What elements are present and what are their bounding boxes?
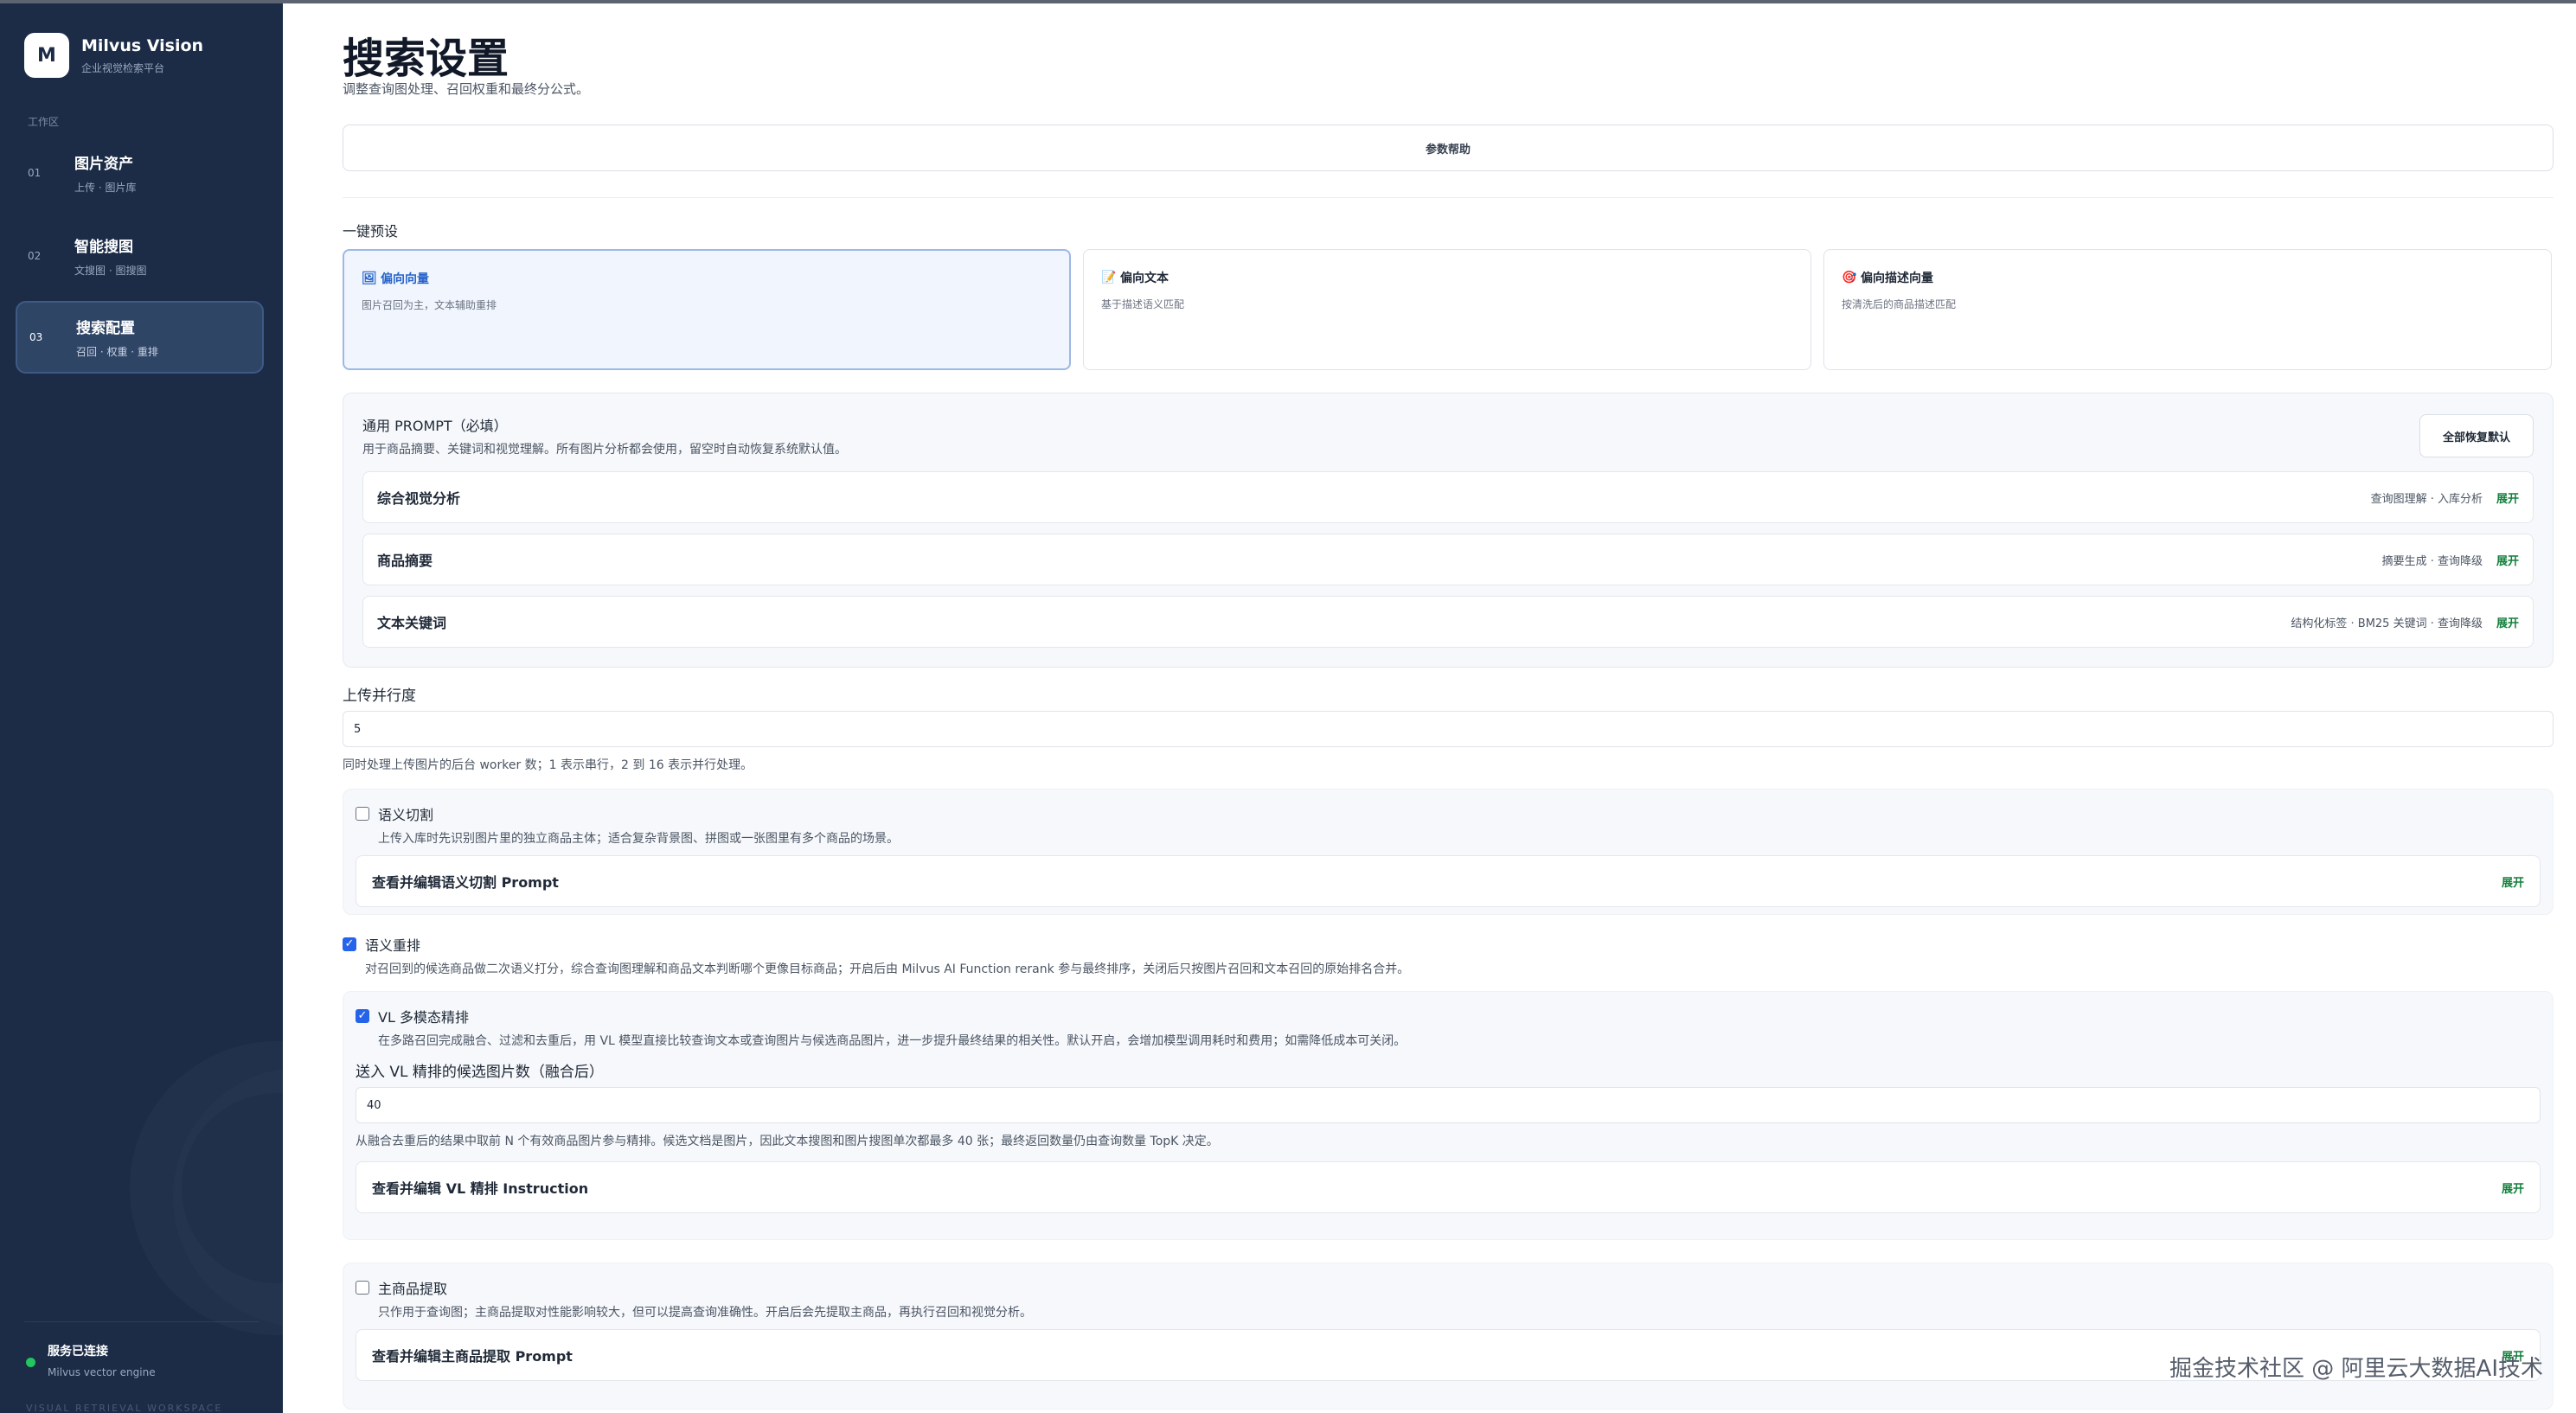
semantic-cut-card: 语义切割 上传入库时先识别图片里的独立商品主体；适合复杂背景图、拼图或一张图里有… [343, 789, 2554, 915]
watermark: 掘金技术社区 @ 阿里云大数据AI技术 [2169, 1356, 2543, 1382]
semantic-cut-checkbox[interactable] [356, 807, 369, 821]
general-prompt-section: 通用 PROMPT（必填） 用于商品摘要、关键词和视觉理解。所有图片分析都会使用… [343, 393, 2554, 668]
status-title: 服务已连接 [48, 1345, 108, 1359]
expand-link[interactable]: 展开 [2496, 552, 2519, 568]
vl-rerank-label: VL 多模态精排 [378, 1009, 469, 1026]
preset-vector[interactable]: 🖼 偏向向量 图片召回为主，文本辅助重排 [343, 249, 1071, 370]
vl-rerank-checkbox[interactable]: ✓ [356, 1009, 369, 1023]
preset-desc: 图片召回为主，文本辅助重排 [362, 299, 497, 311]
expand-link[interactable]: 展开 [2502, 1180, 2524, 1196]
target-icon: 🎯 [1842, 271, 1857, 285]
sidebar-section-label: 工作区 [28, 116, 60, 128]
row-title: 商品摘要 [377, 553, 433, 569]
main-product-checkbox[interactable] [356, 1281, 369, 1295]
brand-logo: M [24, 33, 69, 78]
upload-concurrency-input[interactable]: 5 [343, 711, 2554, 747]
prompt-section-desc: 用于商品摘要、关键词和视觉理解。所有图片分析都会使用，留空时自动恢复系统默认值。 [362, 443, 847, 457]
expand-link[interactable]: 展开 [2496, 489, 2519, 506]
upload-concurrency-label: 上传并行度 [343, 687, 416, 705]
nav-title: 图片资产 [74, 156, 133, 173]
nav-title: 智能搜图 [74, 239, 133, 256]
semantic-rerank-desc: 对召回到的候选商品做二次语义打分，综合查询图理解和商品文本判断哪个更像目标商品；… [365, 962, 1410, 976]
divider [343, 197, 2554, 198]
sidebar: M Milvus Vision 企业视觉检索平台 工作区 01 图片资产 上传 … [0, 3, 283, 1413]
sidebar-item-search-config[interactable]: 03 搜索配置 召回 · 权重 · 重排 [16, 301, 264, 374]
main-content: 搜索设置 调整查询图处理、召回权重和最终分公式。 参数帮助 一键预设 🖼 偏向向量… [343, 3, 2554, 1413]
vl-count-label: 送入 VL 精排的候选图片数（融合后） [356, 1064, 604, 1081]
vl-count-input[interactable]: 40 [356, 1087, 2541, 1123]
row-title: 查看并编辑 VL 精排 Instruction [372, 1180, 589, 1197]
upload-concurrency-hint: 同时处理上传图片的后台 worker 数；1 表示串行，2 到 16 表示并行处… [343, 758, 753, 772]
sidebar-decoration-ring [130, 1041, 283, 1335]
memo-icon: 📝 [1101, 271, 1117, 285]
prompt-section-title: 通用 PROMPT（必填） [362, 418, 508, 434]
nav-title: 搜索配置 [76, 320, 135, 337]
preset-description-vector[interactable]: 🎯 偏向描述向量 按清洗后的商品描述匹配 [1823, 249, 2552, 370]
row-meta: 结构化标签 · BM25 关键词 · 查询降级 [2291, 617, 2483, 630]
preset-title: 偏向描述向量 [1861, 272, 1933, 285]
row-title: 文本关键词 [377, 615, 447, 631]
prompt-row-visual-analysis[interactable]: 综合视觉分析 查询图理解 · 入库分析 展开 [362, 471, 2534, 523]
vl-count-hint: 从融合去重后的结果中取前 N 个有效商品图片参与精排。候选文档是图片，因此文本搜… [356, 1135, 1219, 1148]
preset-desc: 按清洗后的商品描述匹配 [1842, 298, 1957, 310]
semantic-cut-label: 语义切割 [378, 807, 434, 823]
preset-title: 偏向向量 [381, 272, 429, 286]
vl-instruction-row[interactable]: 查看并编辑 VL 精排 Instruction 展开 [356, 1161, 2541, 1213]
nav-number: 03 [29, 331, 43, 343]
nav-subtitle: 召回 · 权重 · 重排 [76, 346, 158, 358]
page-subtitle: 调整查询图处理、召回权重和最终分公式。 [343, 81, 590, 97]
sidebar-divider [24, 1321, 260, 1322]
preset-text[interactable]: 📝 偏向文本 基于描述语义匹配 [1083, 249, 1811, 370]
vl-rerank-card: ✓ VL 多模态精排 在多路召回完成融合、过滤和去重后，用 VL 模型直接比较查… [343, 991, 2554, 1240]
semantic-cut-desc: 上传入库时先识别图片里的独立商品主体；适合复杂背景图、拼图或一张图里有多个商品的… [378, 832, 899, 846]
status-dot-icon [26, 1358, 35, 1367]
page-title: 搜索设置 [343, 35, 509, 83]
main-product-label: 主商品提取 [378, 1281, 448, 1297]
nav-number: 02 [28, 250, 42, 262]
param-help-button[interactable]: 参数帮助 [343, 125, 2554, 171]
row-meta: 摘要生成 · 查询降级 [2381, 554, 2483, 568]
row-meta: 查询图理解 · 入库分析 [2370, 492, 2483, 506]
row-title: 综合视觉分析 [377, 490, 461, 507]
prompt-row-product-summary[interactable]: 商品摘要 摘要生成 · 查询降级 展开 [362, 534, 2534, 585]
prompt-row-text-keywords[interactable]: 文本关键词 结构化标签 · BM25 关键词 · 查询降级 展开 [362, 596, 2534, 648]
brand[interactable]: M Milvus Vision 企业视觉检索平台 [24, 33, 203, 78]
presets-label: 一键预设 [343, 223, 399, 240]
main-product-desc: 只作用于查询图；主商品提取对性能影响较大，但可以提高查询准确性。开启后会先提取主… [378, 1306, 1032, 1320]
sidebar-item-smart-search[interactable]: 02 智能搜图 文搜图 · 图搜图 [16, 220, 264, 292]
expand-link[interactable]: 展开 [2502, 873, 2524, 890]
vl-rerank-desc: 在多路召回完成融合、过滤和去重后，用 VL 模型直接比较查询文本或查询图片与候选… [378, 1034, 1407, 1048]
preset-desc: 基于描述语义匹配 [1101, 298, 1185, 310]
sidebar-item-assets[interactable]: 01 图片资产 上传 · 图片库 [16, 137, 264, 209]
expand-link[interactable]: 展开 [2496, 614, 2519, 630]
semantic-rerank-label: 语义重排 [365, 937, 421, 954]
main-product-card: 主商品提取 只作用于查询图；主商品提取对性能影响较大，但可以提高查询准确性。开启… [343, 1263, 2554, 1410]
brand-title: Milvus Vision [81, 35, 204, 55]
sidebar-footer: VISUAL RETRIEVAL WORKSPACE [26, 1403, 223, 1413]
nav-subtitle: 上传 · 图片库 [74, 182, 137, 194]
preset-title: 偏向文本 [1120, 272, 1169, 285]
connection-status: 服务已连接 Milvus vector engine [26, 1342, 156, 1378]
nav-number: 01 [28, 167, 42, 179]
row-title: 查看并编辑语义切割 Prompt [372, 874, 559, 891]
reset-all-button[interactable]: 全部恢复默认 [2419, 414, 2534, 457]
image-icon: 🖼 [362, 272, 377, 285]
semantic-cut-prompt-row[interactable]: 查看并编辑语义切割 Prompt 展开 [356, 855, 2541, 907]
nav-subtitle: 文搜图 · 图搜图 [74, 265, 147, 277]
brand-subtitle: 企业视觉检索平台 [81, 61, 165, 74]
semantic-rerank-checkbox[interactable]: ✓ [343, 937, 356, 951]
status-subtitle: Milvus vector engine [48, 1366, 156, 1378]
